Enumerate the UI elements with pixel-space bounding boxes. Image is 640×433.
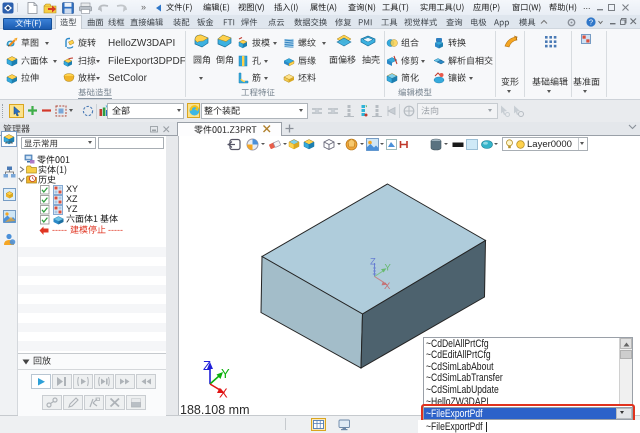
svg-text:Z: Z — [370, 257, 376, 268]
svg-text:Y: Y — [385, 263, 392, 274]
svg-text:X: X — [384, 281, 391, 292]
svg-text:?: ? — [589, 18, 593, 27]
svg-text:X: X — [219, 386, 228, 401]
svg-text:Y: Y — [221, 366, 230, 381]
svg-text:Z: Z — [203, 358, 211, 373]
